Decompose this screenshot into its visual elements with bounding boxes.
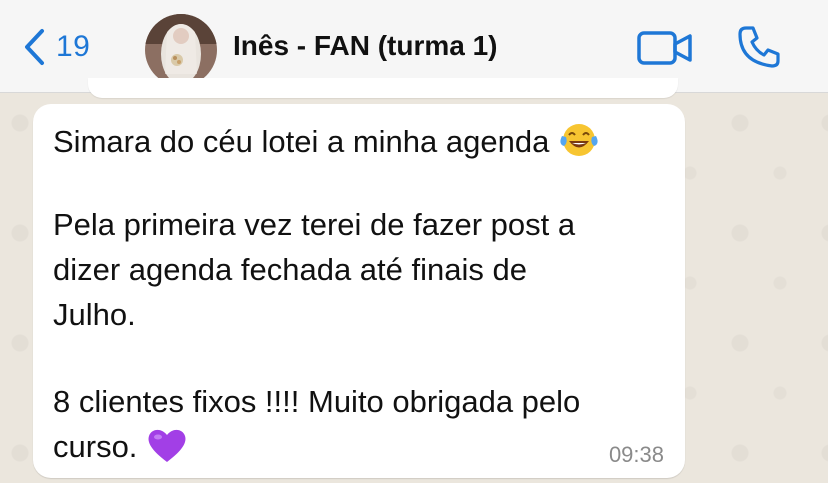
message-text: Simara do céu lotei a minha agenda [53, 124, 550, 160]
profile-photo [145, 14, 217, 86]
chevron-left-icon [25, 29, 44, 65]
message-line: Julho. [53, 297, 136, 332]
message-line: Pela primeira vez terei de fazer post a [53, 207, 576, 242]
back-button[interactable]: 19 [22, 27, 90, 67]
phone-icon[interactable] [736, 24, 782, 70]
unread-count: 19 [56, 30, 91, 63]
previous-message-bubble [88, 78, 678, 98]
contact-name[interactable]: Inês - FAN (turma 1) [233, 30, 497, 62]
message-line: 8 clientes fixos !!!! Muito obrigada pel… [53, 384, 581, 419]
message-bubble[interactable]: Simara do céu lotei a minha agenda Pela … [33, 104, 685, 478]
tears-of-joy-emoji [559, 122, 599, 166]
purple-heart-emoji [147, 426, 187, 472]
message-line: curso. [53, 426, 187, 472]
message-line: Simara do céu lotei a minha agenda [53, 122, 599, 166]
message-line: dizer agenda fechada até finais de [53, 252, 527, 287]
message-text: curso. [53, 429, 138, 465]
video-camera-icon[interactable] [636, 28, 694, 68]
avatar[interactable] [145, 14, 217, 86]
message-timestamp: 09:38 [608, 442, 664, 467]
